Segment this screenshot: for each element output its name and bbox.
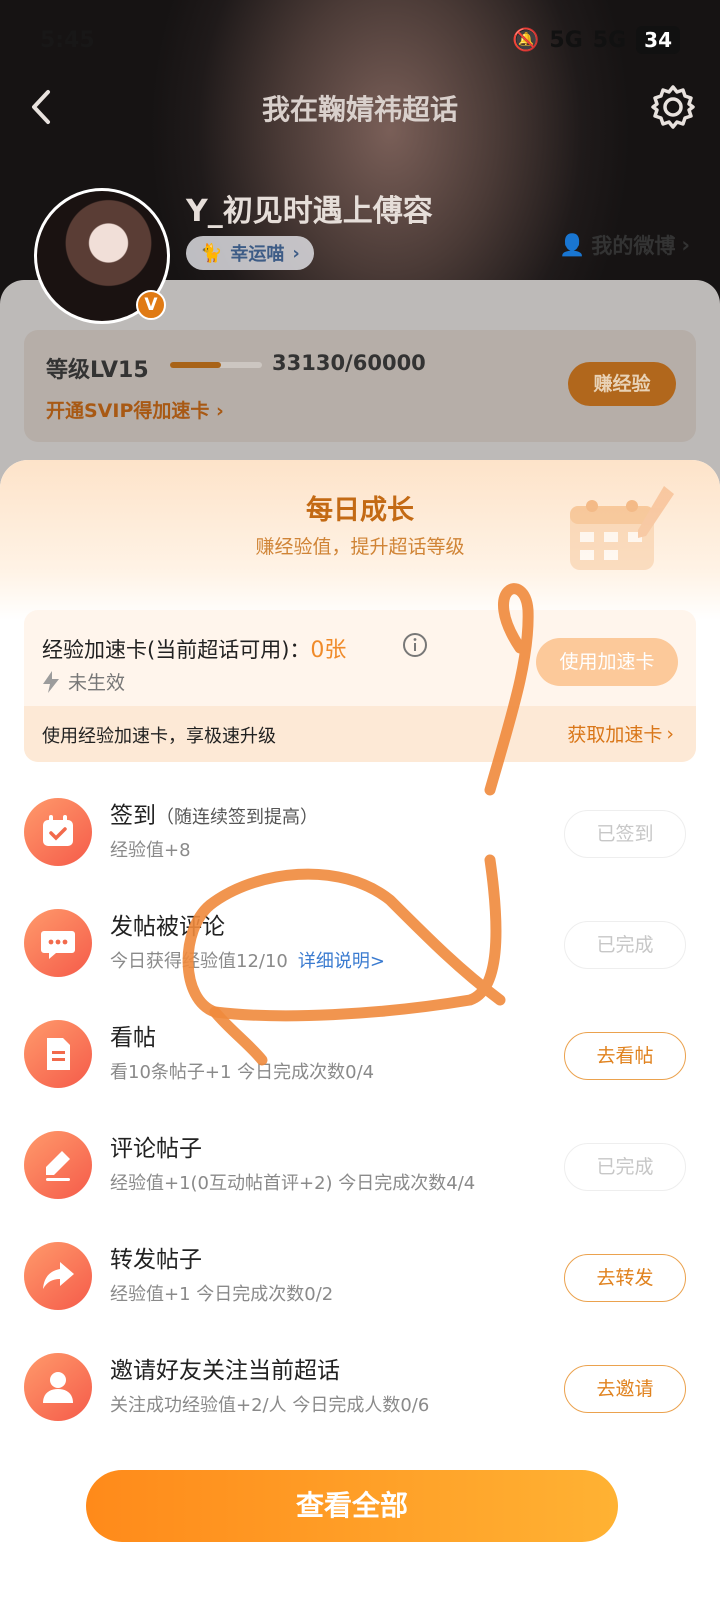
- boost-title-label: 经验加速卡(当前超话可用)：: [42, 638, 311, 662]
- level-label: 等级LV15: [46, 358, 149, 383]
- task-desc: 关注成功经验值+2/人 今日完成人数0/6: [110, 1395, 430, 1416]
- mute-icon: 🔕: [512, 27, 540, 53]
- boost-state: 未生效: [42, 668, 125, 695]
- use-boost-button[interactable]: 使用加速卡: [536, 638, 678, 686]
- task-desc-text: 今日获得经验值12/10: [110, 951, 288, 972]
- task-name: 发帖被评论: [110, 914, 225, 940]
- chevron-right-icon: ›: [681, 233, 690, 257]
- task-name: 看帖: [110, 1025, 156, 1051]
- level-progress-fill: [170, 362, 221, 368]
- lucky-tag[interactable]: 🐈 幸运喵 ›: [186, 236, 314, 270]
- network-label-2: 5G: [592, 27, 627, 53]
- username: Y_初见时遇上傅容: [186, 194, 433, 229]
- earn-exp-button[interactable]: 赚经验: [568, 362, 676, 406]
- document-icon: [24, 1020, 92, 1088]
- gear-icon: [651, 85, 695, 129]
- get-boost-label: 获取加速卡: [567, 724, 663, 746]
- task-desc: 经验值+8: [110, 840, 191, 861]
- share-arrow-icon: [24, 1242, 92, 1310]
- info-icon[interactable]: [402, 632, 428, 658]
- top-nav: 我在鞠婧祎超话: [0, 78, 720, 134]
- chevron-right-icon: ›: [292, 242, 300, 264]
- pencil-icon: [24, 1131, 92, 1199]
- lightning-icon: [43, 670, 59, 693]
- boost-title: 经验加速卡(当前超话可用)：0张: [42, 632, 346, 664]
- detail-link[interactable]: 详细说明>: [298, 951, 385, 972]
- boost-footer: 使用经验加速卡，享极速升级 获取加速卡 ›: [24, 706, 696, 762]
- boost-card: 经验加速卡(当前超话可用)：0张 未生效 使用加速卡 使用经验加速卡，享极速升级…: [24, 610, 696, 762]
- task-name: 评论帖子: [110, 1136, 202, 1162]
- post-commented-button[interactable]: 已完成: [564, 921, 686, 969]
- view-all-button[interactable]: 查看全部: [86, 1470, 618, 1542]
- sheet-header: 每日成长 赚经验值，提升超话等级: [0, 460, 720, 620]
- person-icon: 👤: [559, 232, 586, 257]
- boost-count: 0张: [310, 638, 347, 663]
- task-post-commented: 发帖被评论 今日获得经验值12/10 详细说明> 已完成: [24, 901, 696, 991]
- invite-button[interactable]: 去邀请: [564, 1365, 686, 1413]
- settings-button[interactable]: [648, 82, 698, 132]
- network-label-1: 5G: [549, 27, 583, 53]
- level-progress-text: 33130/60000: [272, 351, 426, 375]
- read-posts-button[interactable]: 去看帖: [564, 1032, 686, 1080]
- checkin-button[interactable]: 已签到: [564, 810, 686, 858]
- status-icons: 🔕 5G 5G 34: [512, 26, 680, 54]
- chevron-right-icon: ›: [666, 722, 674, 745]
- avatar[interactable]: V: [34, 188, 170, 324]
- task-invite-friends: 邀请好友关注当前超话 关注成功经验值+2/人 今日完成人数0/6 去邀请: [24, 1345, 696, 1435]
- repost-button[interactable]: 去转发: [564, 1254, 686, 1302]
- boost-note: 使用经验加速卡，享极速升级: [42, 726, 276, 747]
- page-title: 我在鞠婧祎超话: [261, 93, 458, 126]
- task-name: 转发帖子: [110, 1247, 202, 1273]
- task-desc: 经验值+1 今日完成次数0/2: [110, 1284, 334, 1305]
- calendar-check-icon: [24, 798, 92, 866]
- task-desc: 今日获得经验值12/10 详细说明>: [110, 947, 385, 973]
- task-checkin: 签到（随连续签到提高） 经验值+8 已签到: [24, 790, 696, 880]
- task-repost: 转发帖子 经验值+1 今日完成次数0/2 去转发: [24, 1234, 696, 1324]
- svip-link-label: 开通SVIP得加速卡: [46, 400, 210, 422]
- lucky-tag-label: 幸运喵: [230, 244, 285, 265]
- my-weibo-label: 我的微博: [591, 234, 676, 258]
- cat-icon: 🐈: [200, 242, 223, 264]
- level-progress-bar: [170, 362, 262, 368]
- level-card: 等级LV15 33130/60000 开通SVIP得加速卡 › 赚经验: [24, 330, 696, 442]
- status-bar: 5:45 🔕 5G 5G 34: [0, 22, 720, 62]
- task-name: 邀请好友关注当前超话: [110, 1358, 340, 1384]
- chat-bubble-icon: [24, 909, 92, 977]
- comment-posts-button[interactable]: 已完成: [564, 1143, 686, 1191]
- task-name: 签到（随连续签到提高）: [110, 796, 318, 830]
- task-desc: 经验值+1(0互动帖首评+2) 今日完成次数4/4: [110, 1173, 476, 1194]
- calendar-decoration-icon: [570, 486, 674, 570]
- svip-link[interactable]: 开通SVIP得加速卡 ›: [46, 396, 224, 423]
- status-time: 5:45: [40, 28, 95, 53]
- task-desc: 看10条帖子+1 今日完成次数0/4: [110, 1062, 375, 1083]
- verified-badge: V: [136, 290, 166, 320]
- boost-state-label: 未生效: [68, 672, 126, 694]
- daily-growth-sheet: 每日成长 赚经验值，提升超话等级 经验加速卡(当前超话可用)：0张 未生效 使用…: [0, 460, 720, 1608]
- task-comment-posts: 评论帖子 经验值+1(0互动帖首评+2) 今日完成次数4/4 已完成: [24, 1123, 696, 1213]
- my-weibo-link[interactable]: 👤 我的微博 ›: [559, 230, 690, 260]
- get-boost-link[interactable]: 获取加速卡 ›: [567, 720, 674, 747]
- person-icon: [24, 1353, 92, 1421]
- task-read-posts: 看帖 看10条帖子+1 今日完成次数0/4 去看帖: [24, 1012, 696, 1102]
- battery-indicator: 34: [636, 26, 680, 54]
- task-name-label: 签到: [110, 803, 156, 829]
- task-hint: （随连续签到提高）: [156, 807, 318, 828]
